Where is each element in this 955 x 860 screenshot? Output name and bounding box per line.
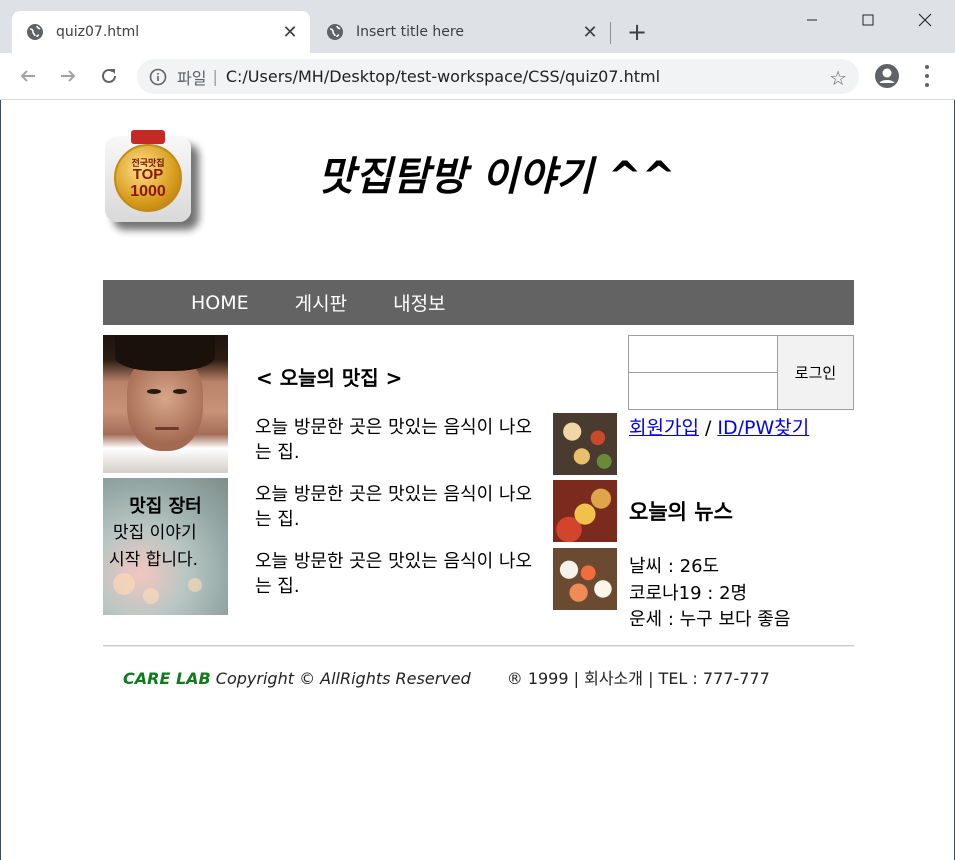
login-button[interactable]: 로그인 bbox=[777, 335, 854, 410]
footer-copyright: Copyright © AllRights Reserved bbox=[210, 669, 471, 688]
arrow-left-icon bbox=[20, 70, 35, 82]
minimize-icon bbox=[807, 19, 817, 21]
logo-badge: 전국맛집 TOP 1000 bbox=[105, 130, 191, 222]
post-text: 오늘 방문한 곳은 맛있는 음식이 나오는 집. bbox=[255, 551, 533, 597]
globe-icon bbox=[327, 24, 343, 40]
page-viewport: 전국맛집 TOP 1000 맛집탐방 이야기 ^^ HOME 게시판 내정보 맛… bbox=[0, 100, 955, 860]
reload-icon bbox=[102, 68, 116, 83]
post-text: 오늘 방문한 곳은 맛있는 음식이 나오는 집. bbox=[255, 417, 533, 463]
menu-kebab-icon[interactable] bbox=[918, 65, 936, 87]
find-id-pw-link[interactable]: ID/PW찾기 bbox=[717, 417, 809, 439]
bokeh-shape bbox=[188, 578, 202, 592]
close-tab-icon[interactable]: ✕ bbox=[580, 22, 600, 43]
tab-insert-title[interactable]: Insert title here ✕ bbox=[312, 11, 610, 53]
forward-button[interactable] bbox=[55, 63, 81, 89]
footer-info: ® 1999 | 회사소개 | TEL : 777-777 bbox=[506, 669, 770, 688]
tab-quiz07[interactable]: quiz07.html ✕ bbox=[12, 11, 310, 53]
tab-title: Insert title here bbox=[356, 24, 464, 40]
logo-text-line2: TOP bbox=[132, 166, 164, 183]
medal-shape: 전국맛집 TOP 1000 bbox=[114, 144, 182, 212]
password-input[interactable] bbox=[628, 372, 778, 410]
ribbon-shape bbox=[131, 130, 165, 144]
close-icon bbox=[918, 13, 932, 27]
market-line2: 시작 합니다. bbox=[109, 550, 199, 570]
nav-my-info[interactable]: 내정보 bbox=[393, 289, 445, 316]
account-links: 회원가입 / ID/PW찾기 bbox=[629, 413, 809, 440]
maximize-button[interactable] bbox=[848, 6, 888, 34]
footer: CARE LAB Copyright © AllRights Reserved ®… bbox=[123, 665, 770, 689]
footer-divider bbox=[103, 645, 854, 647]
food-thumbnail bbox=[553, 548, 617, 610]
tab-separator bbox=[610, 22, 611, 44]
market-title: 맛집 장터 bbox=[129, 496, 202, 517]
address-bar[interactable]: 파일 | C:/Users/MH/Desktop/test-workspace/… bbox=[137, 59, 859, 94]
close-tab-icon[interactable]: ✕ bbox=[280, 22, 300, 43]
logo-text-line3: 1000 bbox=[130, 183, 166, 200]
nav-home[interactable]: HOME bbox=[191, 292, 249, 314]
globe-icon bbox=[27, 24, 43, 40]
signup-link[interactable]: 회원가입 bbox=[629, 417, 699, 439]
market-banner: 맛집 장터 맛집 이야기 시작 합니다. bbox=[103, 478, 228, 615]
site-title: 맛집탐방 이야기 ^^ bbox=[318, 154, 676, 200]
post-text: 오늘 방문한 곳은 맛있는 음식이 나오는 집. bbox=[255, 484, 533, 530]
profile-icon[interactable] bbox=[874, 63, 900, 89]
mouth-shape bbox=[155, 427, 179, 430]
window-close-button[interactable] bbox=[905, 6, 945, 34]
market-line1: 맛집 이야기 bbox=[113, 523, 197, 543]
new-tab-button[interactable]: + bbox=[624, 20, 650, 46]
bokeh-shape bbox=[113, 573, 135, 595]
minimize-button[interactable] bbox=[792, 6, 832, 34]
bookmark-star-icon[interactable]: ☆ bbox=[829, 66, 847, 90]
today-heading: < 오늘의 맛집 > bbox=[256, 366, 403, 390]
news-heading: 오늘의 뉴스 bbox=[629, 500, 733, 524]
food-thumbnail bbox=[553, 413, 617, 475]
link-separator: / bbox=[698, 417, 718, 439]
maximize-icon bbox=[862, 14, 874, 26]
hair-shape bbox=[115, 335, 215, 371]
portrait-image bbox=[103, 335, 228, 473]
food-thumbnail bbox=[553, 480, 617, 542]
browser-toolbar: 파일 | C:/Users/MH/Desktop/test-workspace/… bbox=[0, 53, 955, 100]
login-form: 로그인 bbox=[628, 335, 854, 410]
footer-brand: CARE LAB bbox=[123, 669, 211, 688]
news-item: 코로나19 : 2명 bbox=[629, 583, 748, 604]
info-icon[interactable] bbox=[149, 68, 167, 86]
nav-board[interactable]: 게시판 bbox=[295, 289, 347, 316]
main-nav: HOME 게시판 내정보 bbox=[103, 280, 854, 325]
news-item: 날씨 : 26도 bbox=[629, 556, 720, 577]
back-button[interactable] bbox=[15, 63, 41, 89]
bokeh-shape bbox=[143, 588, 159, 604]
tab-strip: quiz07.html ✕ Insert title here ✕ + bbox=[0, 0, 955, 53]
scheme-label: 파일 bbox=[177, 68, 207, 88]
address-separator: | bbox=[212, 67, 218, 86]
browser-chrome: quiz07.html ✕ Insert title here ✕ + 파일 |… bbox=[0, 0, 955, 100]
eye-shape bbox=[173, 389, 187, 394]
url-text[interactable]: C:/Users/MH/Desktop/test-workspace/CSS/q… bbox=[226, 67, 660, 86]
news-item: 운세 : 누구 보다 좋음 bbox=[629, 609, 791, 630]
id-input[interactable] bbox=[628, 335, 778, 373]
eye-shape bbox=[147, 389, 161, 394]
arrow-right-icon bbox=[61, 70, 76, 82]
reload-button[interactable] bbox=[96, 63, 122, 89]
tab-title: quiz07.html bbox=[56, 24, 140, 40]
